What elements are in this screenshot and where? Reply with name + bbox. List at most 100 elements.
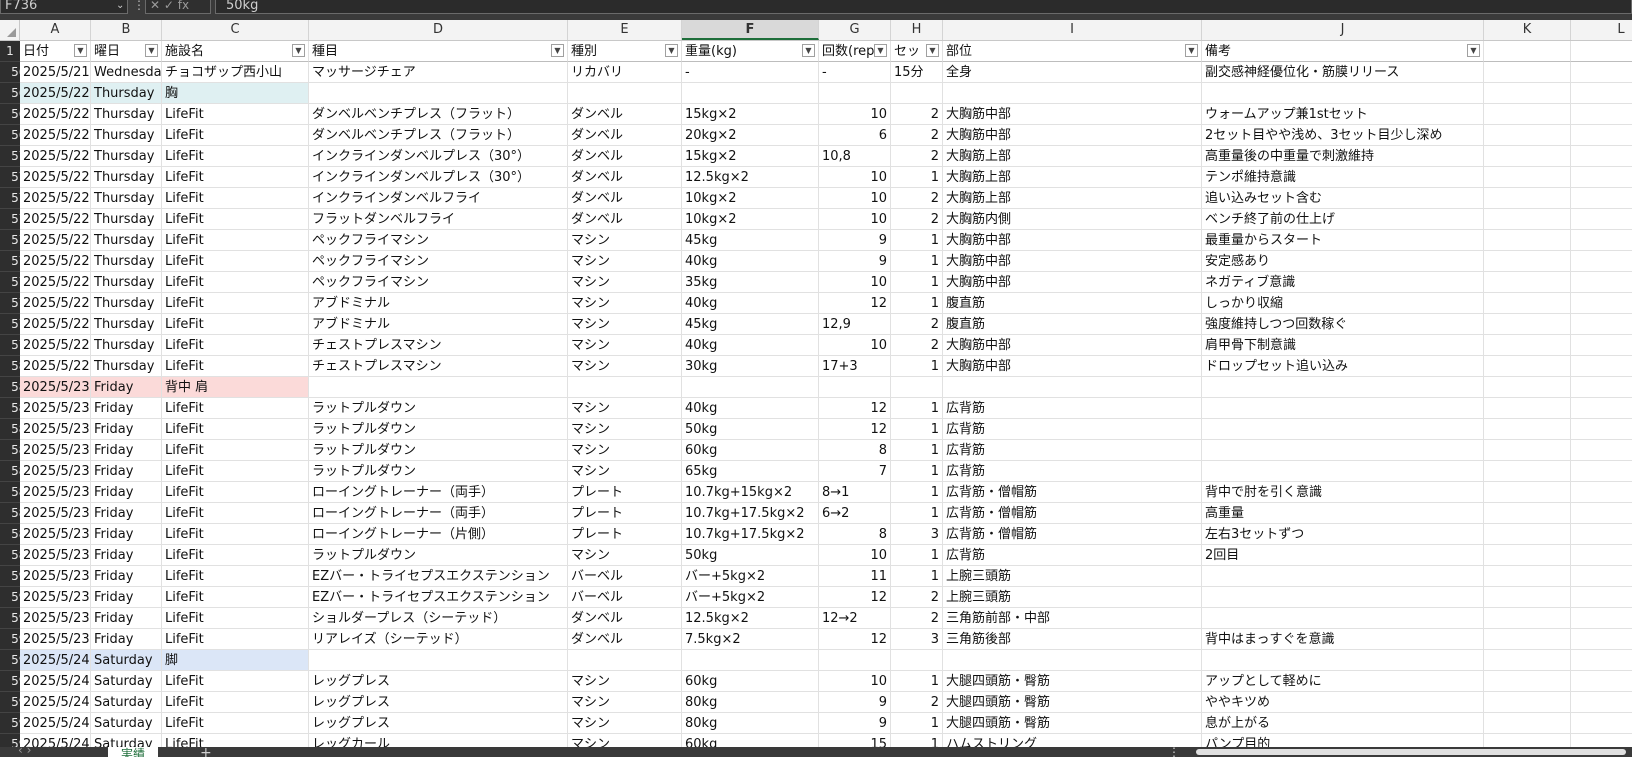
filter-dropdown-icon[interactable]: ▼ <box>1467 44 1480 57</box>
row-number[interactable]: 568 <box>0 104 20 125</box>
cell-g[interactable]: 10 <box>819 167 891 188</box>
cell-c[interactable]: LifeFit <box>162 734 309 747</box>
cell-h[interactable]: 2 <box>891 188 943 209</box>
select-all-corner[interactable] <box>0 20 20 40</box>
cell-i[interactable]: 広背筋 <box>943 461 1202 482</box>
cell-f[interactable]: 45kg <box>682 230 819 251</box>
cell-a[interactable]: 2025/5/22 <box>20 146 91 167</box>
cell-j[interactable]: ドロップセット追い込み <box>1202 356 1484 377</box>
cell-i[interactable]: 大胸筋上部 <box>943 146 1202 167</box>
cell-f[interactable]: 80kg <box>682 713 819 734</box>
cell-h[interactable]: 15分 <box>891 62 943 83</box>
cell-k[interactable] <box>1484 587 1571 608</box>
header-cell-j[interactable]: 備考 ▼ <box>1202 41 1484 62</box>
cell-f[interactable]: 35kg <box>682 272 819 293</box>
row-number[interactable]: 566 <box>0 62 20 83</box>
cell-g[interactable]: 6 <box>819 125 891 146</box>
cell-e[interactable]: ダンベル <box>568 104 682 125</box>
horizontal-scrollbar[interactable] <box>1196 749 1626 755</box>
cell-l[interactable] <box>1571 146 1632 167</box>
cell-b[interactable]: Friday <box>91 629 162 650</box>
row-number[interactable]: 569 <box>0 125 20 146</box>
cell-i[interactable]: 広背筋・僧帽筋 <box>943 524 1202 545</box>
cell-g[interactable]: 7 <box>819 461 891 482</box>
cell-a[interactable]: 2025/5/23 <box>20 587 91 608</box>
cell-j[interactable] <box>1202 608 1484 629</box>
cell-b[interactable]: Friday <box>91 419 162 440</box>
cell-f[interactable]: バー+5kg×2 <box>682 587 819 608</box>
cell-c[interactable]: LifeFit <box>162 608 309 629</box>
cell-a[interactable]: 2025/5/23 <box>20 503 91 524</box>
cell-j[interactable] <box>1202 650 1484 671</box>
cell-i[interactable]: 広背筋 <box>943 545 1202 566</box>
cell-k[interactable] <box>1484 188 1571 209</box>
row-number[interactable]: 570 <box>0 146 20 167</box>
cell-d[interactable]: ラットプルダウン <box>309 440 568 461</box>
cell-k[interactable] <box>1484 251 1571 272</box>
cell-g[interactable]: 12,9 <box>819 314 891 335</box>
cell-d[interactable]: アブドミナル <box>309 314 568 335</box>
cell-f[interactable]: 40kg <box>682 335 819 356</box>
cell-i[interactable]: 三角筋後部 <box>943 629 1202 650</box>
cell-i[interactable]: 大胸筋中部 <box>943 335 1202 356</box>
row-number[interactable]: 579 <box>0 335 20 356</box>
cell-b[interactable]: Thursday <box>91 335 162 356</box>
cell-j[interactable] <box>1202 398 1484 419</box>
row-number[interactable]: 577 <box>0 293 20 314</box>
cell-c[interactable]: LifeFit <box>162 440 309 461</box>
cell-j[interactable]: 息が上がる <box>1202 713 1484 734</box>
cell-f[interactable]: 10.7kg+17.5kg×2 <box>682 524 819 545</box>
cell-j[interactable] <box>1202 587 1484 608</box>
cell-i[interactable]: 大胸筋中部 <box>943 125 1202 146</box>
cell-i[interactable]: 大胸筋内側 <box>943 209 1202 230</box>
cell-a[interactable]: 2025/5/22 <box>20 83 91 104</box>
cell-e[interactable]: マシン <box>568 692 682 713</box>
cell-j[interactable]: 背中で肘を引く意識 <box>1202 482 1484 503</box>
cell-j[interactable]: 高重量後の中重量で刺激維持 <box>1202 146 1484 167</box>
cell-i[interactable]: 広背筋・僧帽筋 <box>943 503 1202 524</box>
cell-j[interactable]: ベンチ終了前の仕上げ <box>1202 209 1484 230</box>
cell-g[interactable] <box>819 83 891 104</box>
cell-i[interactable] <box>943 650 1202 671</box>
cell-a[interactable]: 2025/5/22 <box>20 251 91 272</box>
cell-c[interactable]: 脚 <box>162 650 309 671</box>
cell-i[interactable]: 三角筋前部・中部 <box>943 608 1202 629</box>
cell-d[interactable]: インクラインダンベルフライ <box>309 188 568 209</box>
cell-i[interactable]: 大胸筋中部 <box>943 356 1202 377</box>
cell-f[interactable]: 65kg <box>682 461 819 482</box>
cell-h[interactable] <box>891 650 943 671</box>
cell-g[interactable]: 10,8 <box>819 146 891 167</box>
cell-b[interactable]: Friday <box>91 608 162 629</box>
cell-d[interactable]: ローイングトレーナー（片側） <box>309 524 568 545</box>
cell-j[interactable]: ネガティブ意識 <box>1202 272 1484 293</box>
cell-f[interactable]: 40kg <box>682 251 819 272</box>
column-header-i[interactable]: I <box>943 20 1202 40</box>
column-header-d[interactable]: D <box>309 20 568 40</box>
cell-i[interactable]: 広背筋 <box>943 419 1202 440</box>
cell-c[interactable]: LifeFit <box>162 209 309 230</box>
cell-k[interactable] <box>1484 419 1571 440</box>
cell-d[interactable]: レッグプレス <box>309 671 568 692</box>
row-number[interactable]: 593 <box>0 629 20 650</box>
cell-c[interactable]: LifeFit <box>162 545 309 566</box>
cell-g[interactable]: 9 <box>819 692 891 713</box>
row-number[interactable]: 588 <box>0 524 20 545</box>
cell-b[interactable]: Friday <box>91 524 162 545</box>
cell-a[interactable]: 2025/5/23 <box>20 524 91 545</box>
cell-e[interactable]: マシン <box>568 440 682 461</box>
cell-d[interactable] <box>309 83 568 104</box>
cell-l[interactable] <box>1571 293 1632 314</box>
cell-d[interactable]: ローイングトレーナー（両手） <box>309 482 568 503</box>
cell-a[interactable]: 2025/5/21 <box>20 62 91 83</box>
cell-k[interactable] <box>1484 314 1571 335</box>
cell-g[interactable]: 12 <box>819 419 891 440</box>
cell-l[interactable] <box>1571 251 1632 272</box>
cell-h[interactable]: 2 <box>891 314 943 335</box>
cell-k[interactable] <box>1484 713 1571 734</box>
row-number[interactable]: 595 <box>0 671 20 692</box>
cell-j[interactable] <box>1202 440 1484 461</box>
cell-d[interactable]: ラットプルダウン <box>309 398 568 419</box>
cell-j[interactable]: 2セット目やや浅め、3セット目少し深め <box>1202 125 1484 146</box>
cell-a[interactable]: 2025/5/22 <box>20 314 91 335</box>
cell-h[interactable]: 1 <box>891 251 943 272</box>
